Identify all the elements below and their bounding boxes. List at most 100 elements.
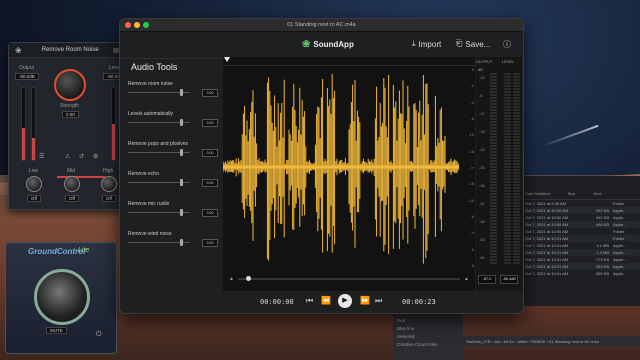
tool-slider-thumb[interactable] xyxy=(180,149,183,156)
tool-value[interactable]: 0.00 xyxy=(202,209,218,217)
output-meter xyxy=(21,87,26,161)
tool-value[interactable]: 0.00 xyxy=(202,89,218,97)
sidebar-item-red[interactable]: Red xyxy=(397,318,459,323)
audio-tools-panel: Audio Tools Remove room noise 0.00 Levels … xyxy=(120,57,220,275)
play-button[interactable]: ▶ xyxy=(338,294,352,308)
finder-row[interactable]: Oct 7, 2021 at 10:31 AM 1.3 MB Apple... xyxy=(521,249,640,256)
desktop-comet xyxy=(541,124,599,148)
tool-value[interactable]: 0.00 xyxy=(202,149,218,157)
mid-knob[interactable] xyxy=(64,176,80,192)
window-titlebar[interactable]: 01 Standing next to AC.m4a xyxy=(120,19,523,32)
fast-forward-button[interactable]: ⏩ xyxy=(360,296,370,305)
waveform[interactable] xyxy=(223,67,459,267)
high-value: Off xyxy=(102,195,116,202)
groundcontrol-plugin[interactable]: GroundControl Lite MUTE ⏻ xyxy=(5,242,117,354)
finder-date: Oct 7, 2021 at 9:49 AM xyxy=(525,201,566,206)
tool-value[interactable]: 0.00 xyxy=(202,239,218,247)
level-meter-bar-left xyxy=(504,73,511,265)
finder-row[interactable]: Oct 7, 2021 at 10:50 AM Folder xyxy=(521,228,640,235)
zoom-track[interactable] xyxy=(237,276,461,281)
finder-date: Oct 7, 2021 at 10:50 AM xyxy=(525,222,569,227)
finder-row[interactable]: Oct 7, 2021 at 9:49 AM Folder xyxy=(521,200,640,207)
finder-row[interactable]: Oct 7, 2021 at 10:31 AM 265 KB Apple... xyxy=(521,270,640,277)
finder-row[interactable]: Oct 7, 2021 at 10:50 AM 448 KB Apple... xyxy=(521,221,640,228)
zoom-out-icon[interactable]: ▲ xyxy=(229,276,234,282)
waveform-panel[interactable]: 0 -2 -4 -6 -10 -16 -∞ -16 -10 -6 -4 -2 0 ▲ ▲ xyxy=(223,57,475,291)
strength-label: Strength xyxy=(60,103,79,109)
finder-row[interactable]: Oct 7, 2021 at 10:31 AM 773 KB Apple... xyxy=(521,256,640,263)
db-tick: -2 xyxy=(470,83,474,89)
finder-date: Oct 7, 2021 at 10:31 AM xyxy=(525,243,569,248)
brand-name: SoundApp xyxy=(313,40,354,49)
tool-value[interactable]: 0.00 xyxy=(202,119,218,127)
zoom-scrollbar[interactable]: ▲ ▲ xyxy=(229,275,469,283)
meter-tick: -42 xyxy=(479,201,485,206)
output-value: -60.0dB xyxy=(15,73,39,80)
sliders-icon[interactable]: ☰ xyxy=(39,153,44,160)
finder-row[interactable]: Oct 7, 2021 at 10:50 AM 492 KB Apple... xyxy=(521,207,640,214)
low-knob[interactable] xyxy=(26,176,42,192)
info-button[interactable]: ⓘ xyxy=(503,39,511,50)
tool-slider-thumb[interactable] xyxy=(180,89,183,96)
tool-slider-thumb[interactable] xyxy=(180,119,183,126)
tool-5: Remove wind noise 0.00 xyxy=(120,231,220,255)
skip-forward-button[interactable]: ⏭ xyxy=(375,296,382,306)
db-tick: -16 xyxy=(468,181,474,187)
tool-3: Remove echo 0.00 xyxy=(120,171,220,195)
tool-slider-thumb[interactable] xyxy=(180,179,183,186)
soundapp-window[interactable]: 01 Standing next to AC.m4a ❀ SoundApp ⤓ … xyxy=(119,18,524,314)
tool-slider-thumb[interactable] xyxy=(180,209,183,216)
timeline-ruler[interactable] xyxy=(223,57,475,66)
finder-kind: Apple... xyxy=(613,222,627,227)
power-icon[interactable]: ⏻ xyxy=(96,331,102,339)
import-button[interactable]: ⤓ Import xyxy=(412,39,441,49)
zoom-in-icon[interactable]: ▲ xyxy=(464,276,469,282)
finder-row[interactable]: Oct 7, 2021 at 10:31 AM 3.1 MB Apple... xyxy=(521,242,640,249)
meter-tick: -60 xyxy=(479,255,485,260)
finder-window[interactable]: Date Modified Size Kind Oct 7, 2021 at 9… xyxy=(520,176,640,306)
window-title: 01 Standing next to AC.m4a xyxy=(287,22,356,28)
total-time: 00:00:23 xyxy=(402,298,436,306)
close-button[interactable] xyxy=(125,22,131,28)
finder-date: Oct 7, 2021 at 10:31 AM xyxy=(525,236,569,241)
high-knob[interactable] xyxy=(101,176,117,192)
tool-0: Remove room noise 0.00 xyxy=(120,81,220,105)
level-meter-bar-right xyxy=(513,73,520,265)
finder-row[interactable]: Oct 7, 2021 at 10:31 AM 283 KB Apple... xyxy=(521,263,640,270)
finder-size: 448 KB xyxy=(595,222,609,227)
sidebar-item-creative-cloud[interactable]: Creative Cloud Files xyxy=(397,342,459,347)
tool-value[interactable]: 0.00 xyxy=(202,179,218,187)
zoom-thumb[interactable] xyxy=(245,276,251,281)
playhead-marker[interactable] xyxy=(224,57,230,62)
groundcontrol-knob[interactable] xyxy=(34,269,90,325)
warning-icon[interactable]: ⚠ xyxy=(65,153,70,160)
reset-icon[interactable]: ↺ xyxy=(79,153,84,160)
finder-kind: Apple... xyxy=(613,257,627,262)
tool-slider-thumb[interactable] xyxy=(180,239,183,246)
skip-back-button[interactable]: ⏮ xyxy=(306,296,313,306)
sidebar-item-blue-line[interactable]: Blue line xyxy=(397,326,459,331)
strength-knob[interactable] xyxy=(54,69,86,101)
minimize-button[interactable] xyxy=(134,22,140,28)
settings-icon[interactable]: ⚙ xyxy=(93,153,98,160)
sidebar-item-selected[interactable]: Selected xyxy=(397,334,459,339)
bird-logo-icon: ❀ xyxy=(302,39,311,50)
tool-4: Remove mic rustle 0.00 xyxy=(120,201,220,225)
current-time: 00:00:00 xyxy=(260,298,294,306)
finder-col-size[interactable]: Size xyxy=(568,191,576,196)
db-tick: -16 xyxy=(468,148,474,154)
finder-date: Oct 7, 2021 at 10:31 AM xyxy=(525,250,569,255)
mid-value: Off xyxy=(65,195,79,202)
zoom-button[interactable] xyxy=(143,22,149,28)
room-noise-plugin[interactable]: ❀ Remove Room Noise Output Level -60.0dB… xyxy=(8,42,132,210)
save-button[interactable]: ⎗ Save... xyxy=(456,39,490,49)
finder-header[interactable]: Date Modified Size Kind xyxy=(521,188,640,200)
finder-row[interactable]: Oct 7, 2021 at 10:50 AM 342 KB Apple... xyxy=(521,214,640,221)
finder-col-kind[interactable]: Kind xyxy=(593,191,601,196)
finder-col-date[interactable]: Date Modified xyxy=(525,191,550,196)
rewind-button[interactable]: ⏪ xyxy=(321,296,331,305)
finder-date: Oct 7, 2021 at 10:50 AM xyxy=(525,229,569,234)
finder-row[interactable]: Oct 7, 2021 at 10:31 AM Folder xyxy=(521,235,640,242)
db-tick: -10 xyxy=(468,197,474,203)
finder-date: Oct 7, 2021 at 10:31 AM xyxy=(525,271,569,276)
